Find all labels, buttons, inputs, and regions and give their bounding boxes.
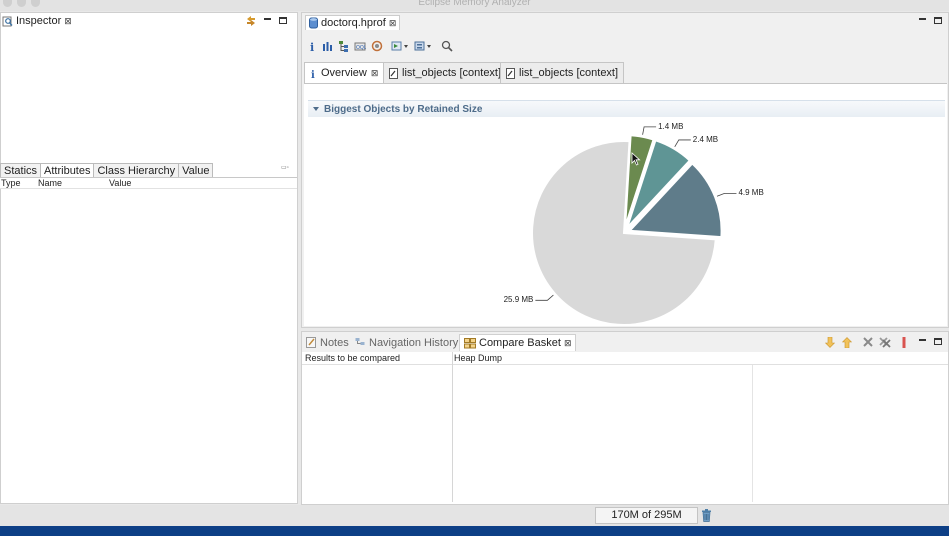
column-divider [752,365,753,502]
tab-notes-label: Notes [320,336,349,349]
trash-icon[interactable] [700,508,712,522]
pie-slice-label: 2.4 MB [692,134,719,144]
pie-slice-label: 4.9 MB [738,188,764,198]
close-icon[interactable]: ⊠ [64,16,72,27]
histogram-icon[interactable] [322,40,334,52]
mouse-cursor [631,152,641,166]
tab-list-objects-1-label: list_objects [context] [402,67,502,79]
svg-text:OQL: OQL [356,45,366,51]
move-up-icon[interactable] [841,336,852,348]
info-icon[interactable]: i [307,40,319,54]
column-value[interactable]: Value [109,178,131,188]
compare-basket-icon [464,337,476,348]
maximize-editor-icon[interactable] [934,16,943,25]
close-icon[interactable]: ⊠ [371,68,379,79]
tab-compare-basket[interactable]: Compare Basket ⊠ [459,334,577,351]
inspector-subtabs: Statics Attributes Class Hierarchy Value [0,163,214,178]
tab-list-objects-2[interactable]: list_objects [context] [500,62,625,83]
tab-overview-label: Overview [321,67,367,79]
column-heap-dump[interactable]: Heap Dump [454,353,502,363]
file-tab-label: doctorq.hprof [321,17,386,29]
pie-slice-label: 1.4 MB [658,121,684,131]
close-icon[interactable]: ⊠ [564,338,572,349]
pie-slice-label: 25.9 MB [503,295,534,305]
tab-class-hierarchy[interactable]: Class Hierarchy [93,163,180,178]
column-type[interactable]: Type [1,178,21,188]
tab-navigation-history-label: Navigation History [369,336,459,349]
list-objects-icon [506,67,515,79]
expand-triangle-icon[interactable] [312,105,320,113]
list-objects-icon [389,67,398,79]
move-down-icon[interactable] [824,336,835,348]
tab-compare-basket-label: Compare Basket [479,337,561,349]
tab-navigation-history[interactable]: Navigation History [355,334,458,351]
query-browser-icon[interactable] [414,40,432,52]
info-icon: i [311,70,315,79]
minimize-editor-icon[interactable] [918,16,927,25]
inspector-table-header: Type Name Value [0,177,297,189]
maximize-inspector-icon[interactable] [279,16,288,25]
status-bar [0,505,949,526]
compare-basket-header: Results to be compared Heap Dump [302,352,948,365]
heap-dump-icon [309,17,318,29]
tab-attributes[interactable]: Attributes [40,163,95,178]
tab-statics[interactable]: Statics [0,163,42,178]
dominator-tree-icon[interactable] [338,40,350,52]
inspector-panel [0,12,298,504]
inspector-view-tab[interactable]: Inspector ⊠ [2,15,72,27]
inspector-tabs-minmax-icon[interactable]: ▭▫ [281,164,289,171]
tab-notes[interactable]: Notes [306,334,349,351]
svg-text:i: i [311,70,315,79]
navigation-history-icon [355,338,365,345]
section-title: Biggest Objects by Retained Size [324,103,483,115]
thread-overview-icon[interactable] [371,40,383,52]
run-report-icon[interactable] [391,40,409,52]
remove-all-icon[interactable] [878,336,891,348]
overview-content [304,83,947,326]
minimize-inspector-icon[interactable] [263,16,272,25]
column-divider [452,352,453,502]
taskbar [0,526,949,536]
compare-results-icon[interactable] [900,336,908,348]
compare-basket-table: Results to be compared Heap Dump [302,352,948,504]
magnifier-icon [2,16,13,26]
biggest-objects-section[interactable]: Biggest Objects by Retained Size [308,100,945,117]
editor-file-tab[interactable]: doctorq.hprof ⊠ [305,15,401,30]
oql-icon[interactable]: OQL [354,40,367,52]
sync-icon[interactable] [244,14,257,27]
window-title: Eclipse Memory Analyzer [418,0,531,8]
window-titlebar: Eclipse Memory Analyzer [0,0,949,11]
tab-list-objects-1[interactable]: list_objects [context] [383,62,508,83]
tab-list-objects-2-label: list_objects [context] [519,67,619,79]
close-icon[interactable]: ⊠ [389,18,397,29]
maximize-bottom-icon[interactable] [934,337,943,346]
search-icon[interactable] [441,40,453,52]
tab-overview[interactable]: i Overview ⊠ [304,62,385,83]
svg-text:i: i [310,41,314,52]
column-results-to-be-compared[interactable]: Results to be compared [305,353,400,363]
minimize-bottom-icon[interactable] [918,337,927,346]
tab-value[interactable]: Value [178,163,214,178]
notes-icon [306,337,316,348]
heap-status[interactable]: 170M of 295M [595,507,698,524]
column-name[interactable]: Name [38,178,62,188]
remove-icon[interactable] [862,336,873,348]
inspector-title: Inspector [16,15,62,27]
